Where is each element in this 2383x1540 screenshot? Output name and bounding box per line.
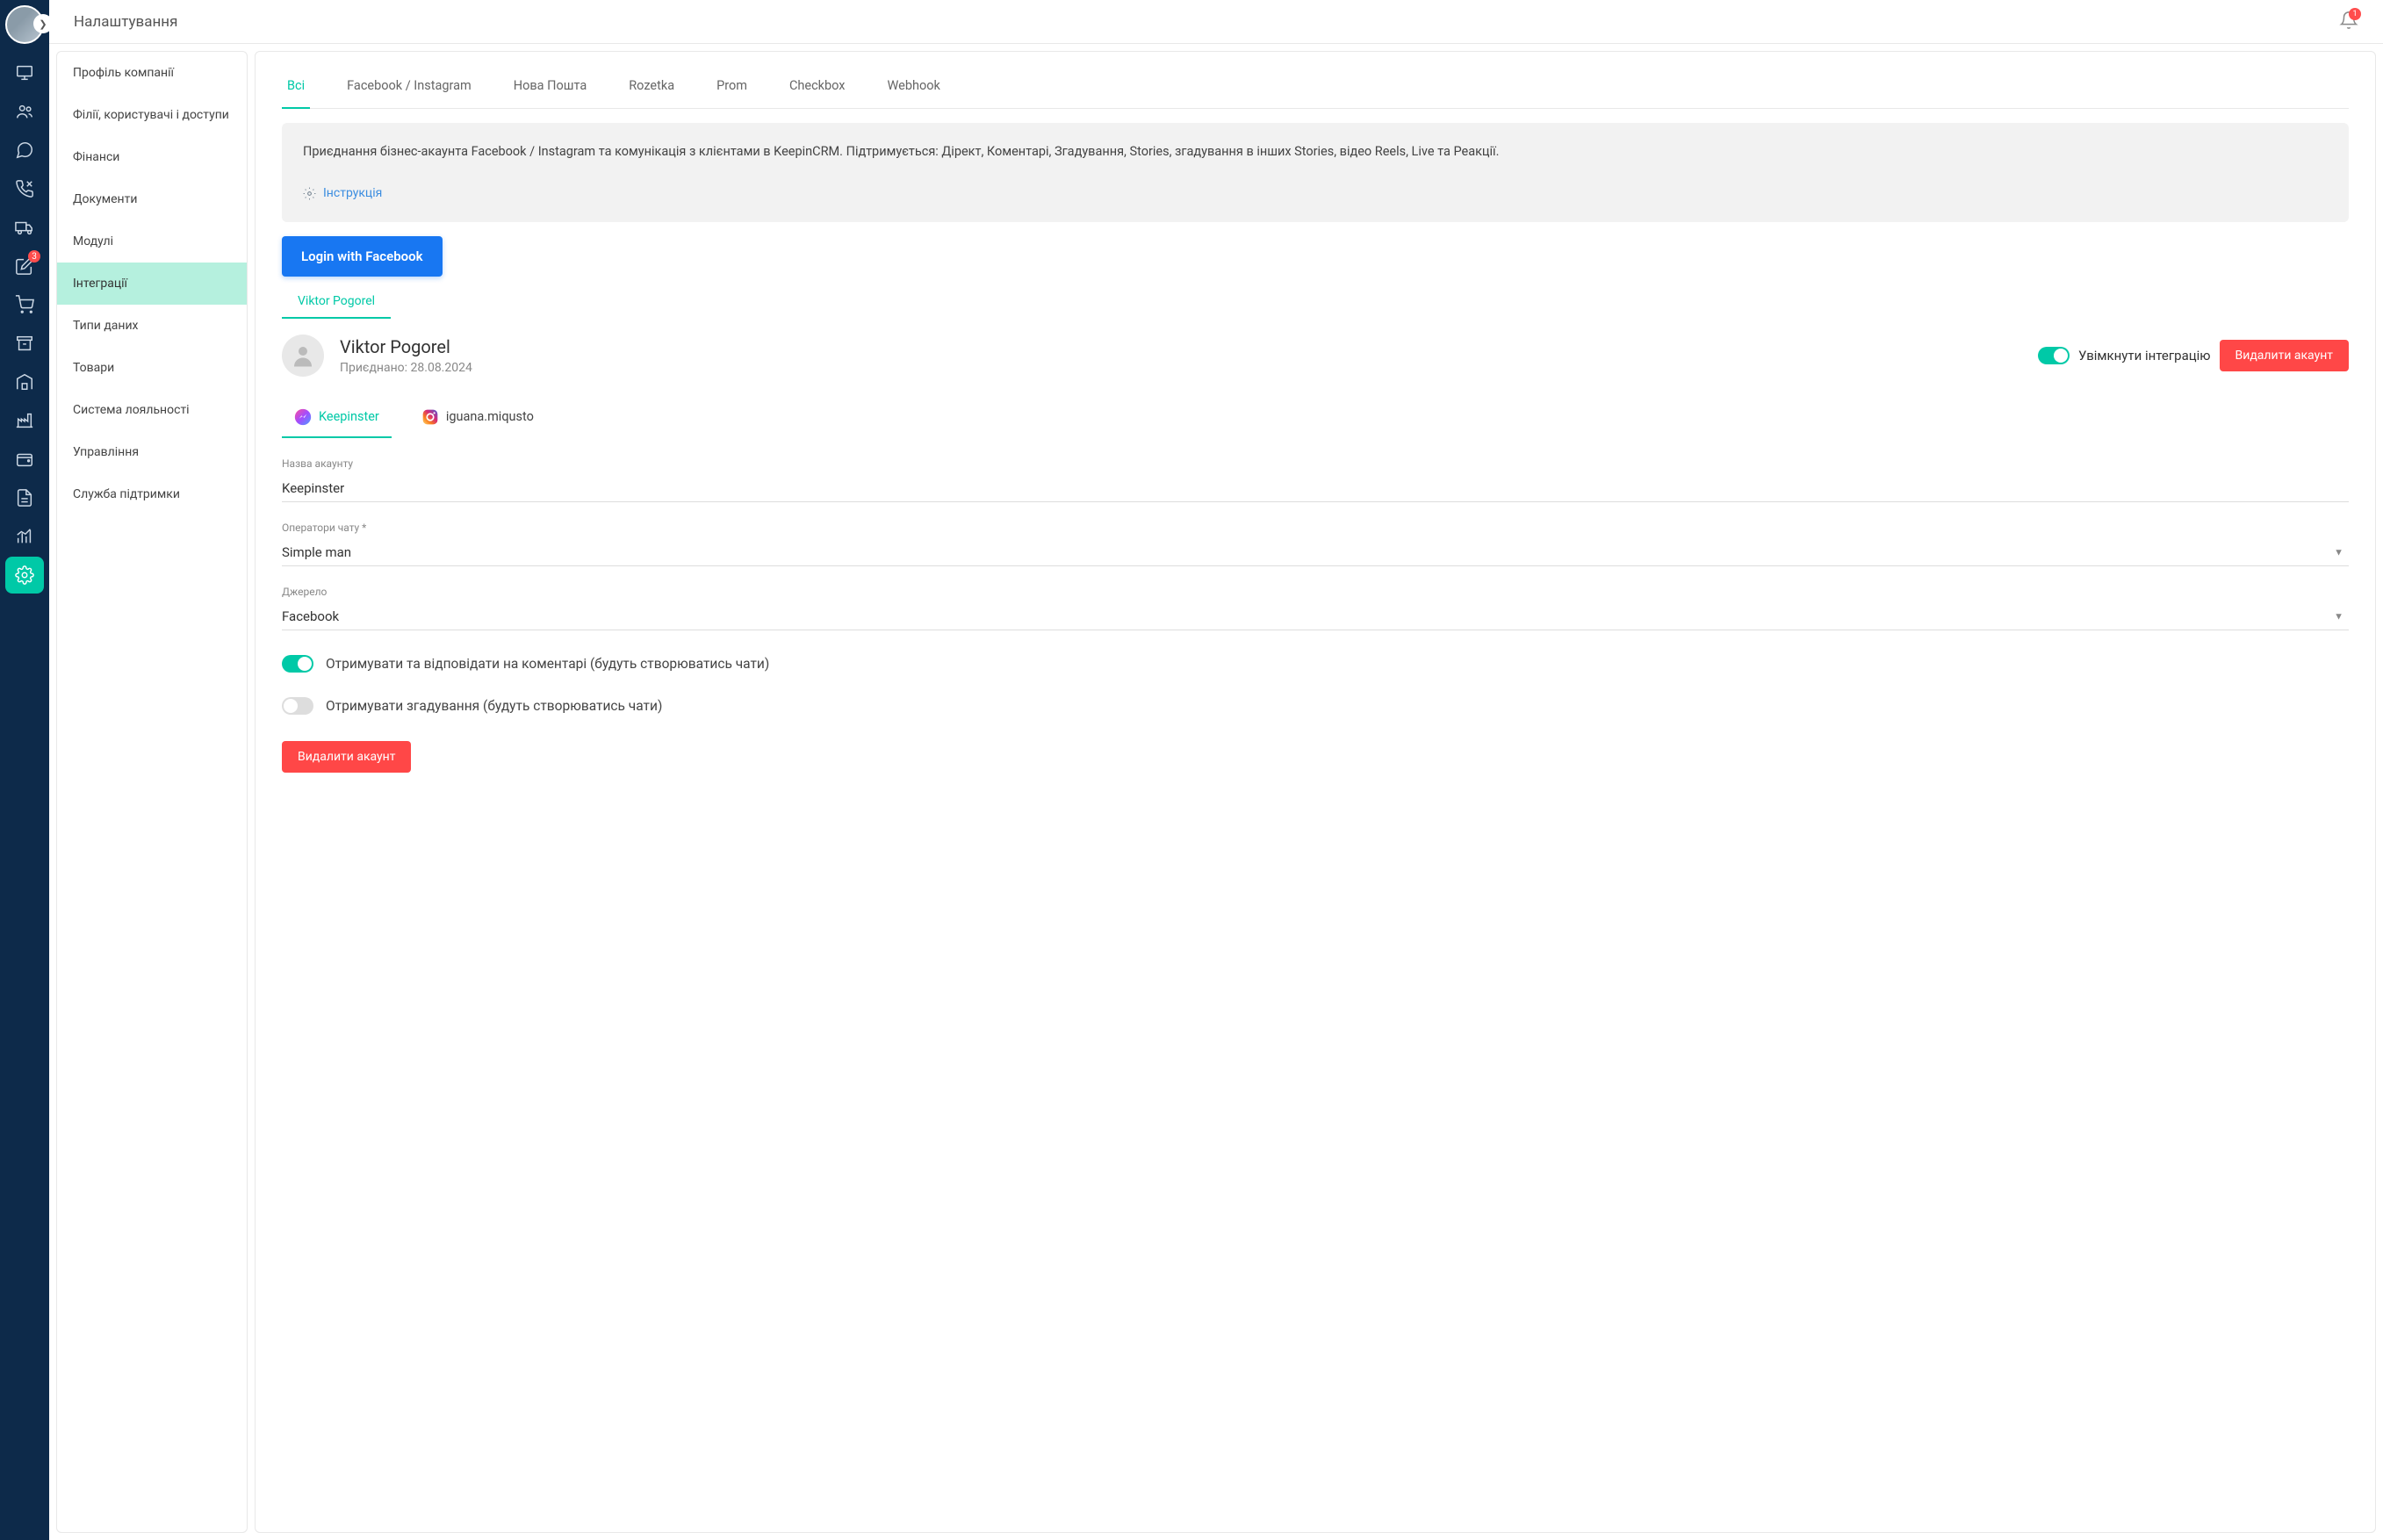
nav-wallet-icon[interactable] <box>5 441 44 478</box>
channel-tab-0[interactable]: Keepinster <box>282 398 392 438</box>
delete-account-button[interactable]: Видалити акаунт <box>2220 340 2349 371</box>
delete-channel-button[interactable]: Видалити акаунт <box>282 741 411 773</box>
chevron-down-icon: ▼ <box>2334 547 2343 558</box>
receive-comments-label: Отримувати та відповідати на коментарі (… <box>326 656 769 672</box>
nav-analytics-icon[interactable] <box>5 518 44 555</box>
gear-icon <box>303 187 316 200</box>
enable-integration-label: Увімкнути інтеграцію <box>2078 348 2211 363</box>
account-name-group: Назва акаунту <box>282 457 2349 502</box>
instruction-row: Інструкція <box>303 184 2328 203</box>
nav-truck-icon[interactable] <box>5 209 44 246</box>
nav-document-icon[interactable] <box>5 479 44 516</box>
tab-0[interactable]: Всі <box>282 64 310 109</box>
profile-right: Увімкнути інтеграцію Видалити акаунт <box>2038 340 2349 371</box>
settings-item-6[interactable]: Типи даних <box>57 305 247 347</box>
settings-item-3[interactable]: Документи <box>57 178 247 220</box>
instruction-link[interactable]: Інструкція <box>323 184 382 203</box>
settings-item-8[interactable]: Система лояльності <box>57 389 247 431</box>
content: Всі Facebook / Instagram Нова Пошта Rozetka… <box>255 51 2376 1533</box>
messenger-icon <box>294 408 312 426</box>
profile-avatar <box>282 335 324 377</box>
tab-1[interactable]: Facebook / Instagram <box>342 64 477 109</box>
settings-item-7[interactable]: Товари <box>57 347 247 389</box>
info-text: Приєднання бізнес-акаунта Facebook / Ins… <box>303 142 2328 162</box>
nav-settings-icon[interactable] <box>5 557 44 594</box>
edit-badge: 3 <box>28 250 40 263</box>
nav-users-icon[interactable] <box>5 93 44 130</box>
source-select[interactable] <box>282 603 2349 630</box>
nav-phone-icon[interactable] <box>5 170 44 207</box>
nav-building-icon[interactable] <box>5 363 44 400</box>
receive-comments-toggle[interactable] <box>282 655 313 673</box>
tab-4[interactable]: Prom <box>711 64 752 109</box>
source-group: Джерело ▼ <box>282 586 2349 630</box>
settings-item-2[interactable]: Фінанси <box>57 136 247 178</box>
nav-cart-icon[interactable] <box>5 286 44 323</box>
operators-group: Оператори чату * ▼ <box>282 522 2349 566</box>
nav-edit-icon[interactable]: 3 <box>5 248 44 284</box>
tab-3[interactable]: Rozetka <box>623 64 680 109</box>
nav-chat-icon[interactable] <box>5 132 44 169</box>
nav-factory-icon[interactable] <box>5 402 44 439</box>
icon-sidebar: ❯ 3 <box>0 0 49 1540</box>
notifications-button[interactable]: 1 <box>2339 11 2358 33</box>
tab-6[interactable]: Webhook <box>882 64 946 109</box>
channel-tab-1[interactable]: iguana.miqusto <box>409 398 546 438</box>
mentions-toggle-row: Отримувати згадування (будуть створювати… <box>282 697 2349 715</box>
channel-tab-label: iguana.miqusto <box>446 409 534 424</box>
operators-select[interactable] <box>282 539 2349 566</box>
facebook-login-button[interactable]: Login with Facebook <box>282 236 443 277</box>
integration-tabs: Всі Facebook / Instagram Нова Пошта Rozetka… <box>282 64 2349 109</box>
enable-integration-toggle[interactable] <box>2038 347 2070 364</box>
body-area: Профіль компаніїФілії, користувачі і дос… <box>49 44 2383 1540</box>
nav-archive-icon[interactable] <box>5 325 44 362</box>
settings-item-9[interactable]: Управління <box>57 431 247 473</box>
notification-badge: 1 <box>2349 8 2361 20</box>
nav-monitor-icon[interactable] <box>5 54 44 91</box>
settings-item-10[interactable]: Служба підтримки <box>57 473 247 515</box>
comments-toggle-row: Отримувати та відповідати на коментарі (… <box>282 655 2349 673</box>
account-name-input[interactable] <box>282 475 2349 502</box>
avatar-wrap[interactable]: ❯ <box>5 5 44 44</box>
settings-item-0[interactable]: Профіль компанії <box>57 52 247 94</box>
chevron-down-icon: ▼ <box>2334 611 2343 622</box>
channel-tabs: Keepinster iguana.miqusto <box>282 398 2349 438</box>
expand-sidebar-icon[interactable]: ❯ <box>33 14 53 33</box>
tab-2[interactable]: Нова Пошта <box>508 64 592 109</box>
profile-joined-date: Приєднано: 28.08.2024 <box>340 361 472 375</box>
source-label: Джерело <box>282 586 2349 598</box>
top-bar: Налаштування 1 <box>49 0 2383 44</box>
instagram-icon <box>421 408 439 426</box>
receive-mentions-label: Отримувати згадування (будуть створювати… <box>326 698 662 714</box>
main-wrap: Налаштування 1 Профіль компаніїФілії, ко… <box>49 0 2383 1540</box>
tab-5[interactable]: Checkbox <box>784 64 851 109</box>
receive-mentions-toggle[interactable] <box>282 697 313 715</box>
profile-row: Viktor Pogorel Приєднано: 28.08.2024 Уві… <box>282 335 2349 377</box>
page-title: Налаштування <box>74 13 177 31</box>
sub-tab-0[interactable]: Viktor Pogorel <box>282 285 391 319</box>
settings-item-4[interactable]: Модулі <box>57 220 247 263</box>
info-box: Приєднання бізнес-акаунта Facebook / Ins… <box>282 123 2349 222</box>
account-name-label: Назва акаунту <box>282 457 2349 470</box>
settings-item-5[interactable]: Інтеграції <box>57 263 247 305</box>
channel-tab-label: Keepinster <box>319 409 379 424</box>
settings-item-1[interactable]: Філії, користувачі і доступи <box>57 94 247 136</box>
operators-label: Оператори чату * <box>282 522 2349 534</box>
profile-name: Viktor Pogorel <box>340 336 472 357</box>
account-sub-tabs: Viktor Pogorel <box>282 285 2349 319</box>
settings-sidebar: Профіль компаніїФілії, користувачі і дос… <box>56 51 248 1533</box>
profile-left: Viktor Pogorel Приєднано: 28.08.2024 <box>282 335 472 377</box>
